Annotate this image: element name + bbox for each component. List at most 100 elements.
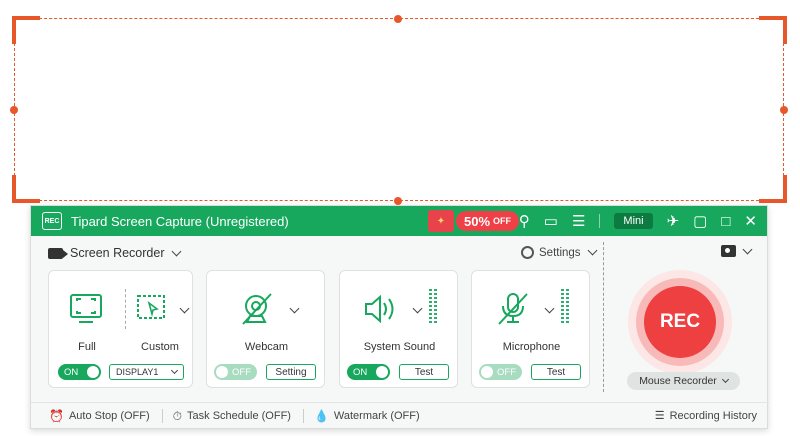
settings-button[interactable]: Settings bbox=[521, 245, 598, 259]
mode-label: Screen Recorder bbox=[70, 246, 165, 260]
alarm-clock-icon: ⏰ bbox=[49, 409, 64, 423]
display-toggle[interactable]: ON bbox=[58, 364, 101, 380]
chevron-down-icon bbox=[171, 246, 181, 256]
promo-banner[interactable]: ✦ 50% OFF bbox=[428, 210, 520, 232]
recording-history-button[interactable]: ☰ Recording History bbox=[655, 409, 757, 423]
chevron-down-icon bbox=[170, 366, 179, 374]
auto-stop-button[interactable]: ⏰ Auto Stop (OFF) bbox=[49, 409, 150, 423]
task-schedule-label: Task Schedule (OFF) bbox=[187, 410, 291, 422]
titlebar-divider bbox=[599, 214, 601, 228]
microphone-toggle-label: OFF bbox=[497, 366, 516, 378]
chevron-down-icon[interactable] bbox=[179, 303, 190, 314]
microphone-disabled-icon[interactable] bbox=[496, 291, 532, 327]
system-sound-card: System Sound ON Test bbox=[339, 270, 458, 388]
webcam-toggle-label: OFF bbox=[232, 366, 251, 378]
display-toggle-label: ON bbox=[64, 366, 79, 378]
webcam-toggle[interactable]: OFF bbox=[214, 364, 257, 380]
region-corner-bottom-left[interactable] bbox=[12, 175, 40, 203]
custom-region-icon[interactable] bbox=[135, 293, 169, 325]
toggle-knob bbox=[376, 366, 388, 378]
full-screen-icon[interactable] bbox=[69, 293, 103, 325]
snapshot-button[interactable] bbox=[721, 244, 753, 257]
microphone-label: Microphone bbox=[502, 341, 561, 353]
rec-button[interactable]: REC bbox=[644, 286, 716, 358]
region-corner-top-left[interactable] bbox=[12, 16, 40, 44]
feedback-icon[interactable]: ▭ bbox=[544, 212, 558, 230]
menu-icon[interactable]: ☰ bbox=[572, 212, 585, 230]
speaker-icon[interactable] bbox=[362, 293, 402, 325]
recording-history-label: Recording History bbox=[669, 409, 757, 422]
system-sound-label: System Sound bbox=[363, 341, 436, 353]
capture-region[interactable] bbox=[14, 18, 784, 201]
panel-divider bbox=[603, 242, 604, 392]
app-logo: REC bbox=[42, 212, 62, 230]
gift-icon: ✦ bbox=[428, 210, 454, 232]
key-icon[interactable]: ⚲ bbox=[519, 212, 530, 230]
clock-icon: ⏱ bbox=[172, 408, 183, 423]
top-toolbar: Screen Recorder Settings bbox=[31, 236, 767, 270]
rec-button-ring: REC bbox=[636, 278, 724, 366]
system-volume-meter bbox=[429, 289, 437, 325]
bottom-bar: ⏰ Auto Stop (OFF) ⏱ Task Schedule (OFF) … bbox=[31, 402, 769, 429]
discount-badge[interactable]: 50% OFF bbox=[456, 211, 520, 231]
system-sound-test-button[interactable]: Test bbox=[399, 364, 449, 380]
chevron-down-icon bbox=[742, 244, 753, 254]
discount-value: 50% bbox=[464, 213, 491, 229]
mini-button[interactable]: Mini bbox=[614, 213, 653, 229]
microphone-test-button[interactable]: Test bbox=[531, 364, 581, 380]
webcam-label: Webcam bbox=[244, 341, 289, 353]
discount-suffix: OFF bbox=[493, 216, 512, 226]
settings-label: Settings bbox=[539, 246, 581, 259]
toggle-knob bbox=[87, 366, 99, 378]
full-label: Full bbox=[78, 341, 96, 353]
webcam-disabled-icon[interactable] bbox=[239, 291, 275, 327]
gear-icon bbox=[521, 246, 534, 259]
close-icon[interactable]: ✕ bbox=[744, 212, 757, 230]
display-select[interactable]: DISPLAY1 bbox=[109, 364, 184, 380]
chevron-down-icon[interactable] bbox=[289, 303, 300, 314]
mode-selector[interactable]: Screen Recorder bbox=[48, 246, 181, 260]
region-corner-top-right[interactable] bbox=[759, 16, 787, 44]
webcam-setting-button[interactable]: Setting bbox=[266, 364, 316, 380]
watermark-button[interactable]: 💧 Watermark (OFF) bbox=[314, 409, 420, 423]
pin-icon[interactable]: ✈ bbox=[667, 212, 680, 230]
auto-stop-label: Auto Stop (OFF) bbox=[68, 410, 150, 422]
display-card: Full Custom ON DISPLAY1 bbox=[48, 270, 193, 388]
title-bar: REC Tipard Screen Capture (Unregistered)… bbox=[31, 206, 767, 236]
microphone-card: Microphone OFF Test bbox=[471, 270, 590, 388]
chevron-down-icon bbox=[587, 245, 598, 256]
minimize-icon[interactable]: ▢ bbox=[693, 212, 707, 230]
camera-icon bbox=[721, 245, 736, 257]
task-schedule-button[interactable]: ⏱ Task Schedule (OFF) bbox=[173, 409, 291, 424]
microphone-volume-meter bbox=[561, 289, 569, 325]
titlebar-controls: ⚲ ▭ ☰ Mini ✈ ▢ □ ✕ bbox=[519, 206, 757, 236]
display-select-value: DISPLAY1 bbox=[116, 367, 159, 377]
toggle-knob bbox=[481, 366, 493, 378]
rec-button-halo: REC bbox=[628, 270, 732, 374]
maximize-icon[interactable]: □ bbox=[721, 213, 730, 230]
bottom-divider bbox=[302, 409, 304, 423]
window-title: Tipard Screen Capture (Unregistered) bbox=[71, 213, 289, 229]
display-divider bbox=[125, 289, 126, 329]
system-sound-toggle-label: ON bbox=[353, 366, 368, 378]
region-handle-left[interactable] bbox=[10, 106, 18, 114]
mouse-recorder-label: Mouse Recorder bbox=[639, 375, 717, 387]
chevron-down-icon[interactable] bbox=[544, 303, 555, 314]
region-handle-bottom[interactable] bbox=[394, 197, 402, 205]
mouse-recorder-dropdown[interactable]: Mouse Recorder bbox=[627, 372, 740, 390]
toggle-knob bbox=[216, 366, 228, 378]
video-camera-icon bbox=[48, 247, 68, 259]
chevron-down-icon[interactable] bbox=[412, 303, 423, 314]
bottom-divider bbox=[161, 409, 163, 423]
chevron-down-icon bbox=[721, 375, 729, 383]
watermark-label: Watermark (OFF) bbox=[333, 410, 420, 422]
microphone-toggle[interactable]: OFF bbox=[479, 364, 522, 380]
water-drop-icon: 💧 bbox=[313, 409, 329, 423]
webcam-card: Webcam OFF Setting bbox=[206, 270, 325, 388]
main-window: REC Tipard Screen Capture (Unregistered)… bbox=[30, 205, 769, 429]
system-sound-toggle[interactable]: ON bbox=[347, 364, 390, 380]
region-handle-right[interactable] bbox=[780, 106, 788, 114]
region-corner-bottom-right[interactable] bbox=[759, 175, 787, 203]
custom-label: Custom bbox=[141, 341, 179, 353]
region-handle-top[interactable] bbox=[394, 15, 402, 23]
